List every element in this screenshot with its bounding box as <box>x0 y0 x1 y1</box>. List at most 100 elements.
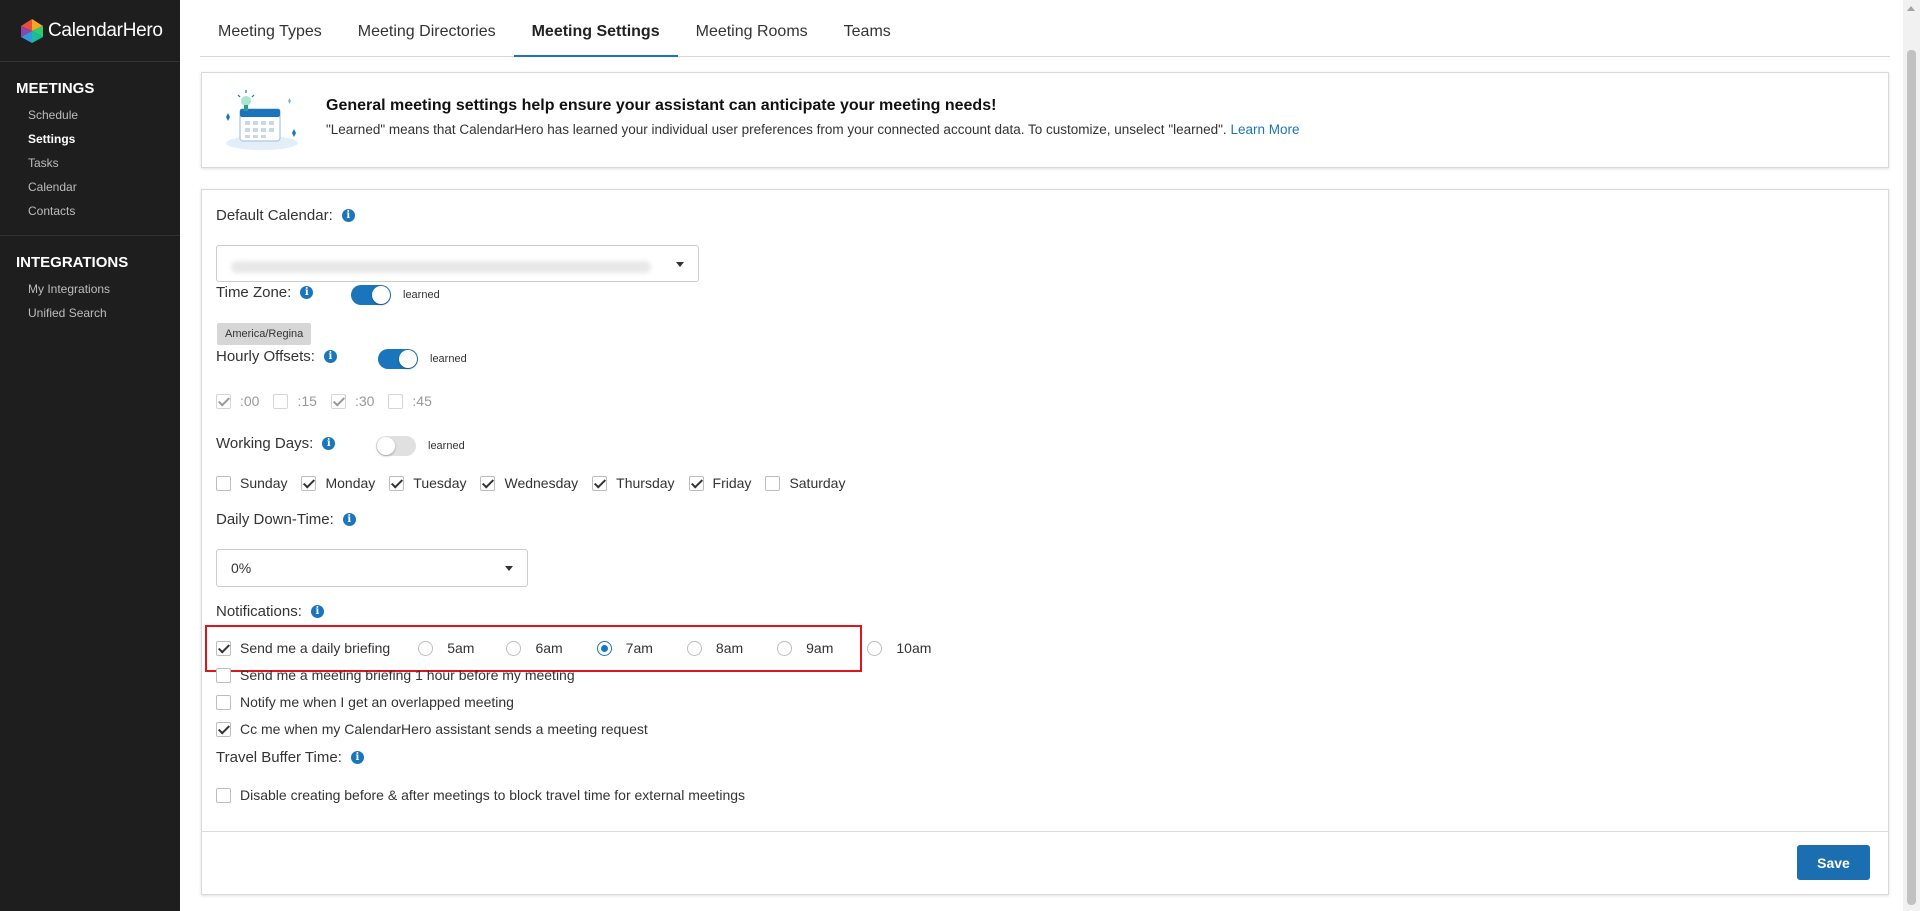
tab-meeting-types[interactable]: Meeting Types <box>200 0 340 57</box>
sidebar-item-tasks[interactable]: Tasks <box>0 151 180 175</box>
travel-buffer-info-icon[interactable]: i <box>350 751 364 764</box>
day-tuesday-checkbox[interactable] <box>389 475 405 491</box>
working-days-options: Sunday Monday Tuesday Wednesday Thursday… <box>216 475 859 491</box>
tab-meeting-settings[interactable]: Meeting Settings <box>513 0 678 57</box>
meeting-briefing-label: Send me a meeting briefing 1 hour before… <box>240 667 575 683</box>
sidebar: CalendarHero MEETINGS Schedule Settings … <box>0 0 180 911</box>
brand-name: CalendarHero <box>48 19 163 41</box>
day-thursday-label: Thursday <box>616 475 675 491</box>
briefing-time-10am[interactable]: 10am <box>853 640 931 656</box>
default-calendar-info-icon[interactable]: i <box>341 209 355 222</box>
briefing-7am-label: 7am <box>625 640 653 656</box>
offset-30-option[interactable]: :30 <box>330 393 374 409</box>
notifications-info-icon[interactable]: i <box>310 605 324 618</box>
day-saturday-label: Saturday <box>789 475 846 491</box>
disable-travel-buffer-label: Disable creating before & after meetings… <box>240 787 746 803</box>
tab-meeting-directories[interactable]: Meeting Directories <box>340 0 514 57</box>
briefing-6am-label: 6am <box>535 640 563 656</box>
settings-tabs: Meeting Types Meeting Directories Meetin… <box>200 0 1890 57</box>
banner-description: "Learned" means that CalendarHero has le… <box>326 122 1227 137</box>
day-monday-checkbox[interactable] <box>301 475 317 491</box>
nav-heading-meetings: MEETINGS <box>16 80 95 97</box>
main-content: Meeting Types Meeting Directories Meetin… <box>180 0 1920 911</box>
day-thursday-option[interactable]: Thursday <box>592 475 675 491</box>
day-wednesday-checkbox[interactable] <box>480 475 496 491</box>
working-days-learned-toggle[interactable] <box>376 436 416 456</box>
day-monday-label: Monday <box>325 475 376 491</box>
time-zone-learned-toggle[interactable] <box>351 285 391 305</box>
briefing-9am-radio[interactable] <box>777 640 793 656</box>
overlapped-meeting-checkbox[interactable] <box>216 694 231 710</box>
travel-buffer-label-text: Travel Buffer Time: <box>216 749 342 766</box>
briefing-5am-radio[interactable] <box>418 640 434 656</box>
tab-teams[interactable]: Teams <box>826 0 909 57</box>
offset-15-option[interactable]: :15 <box>273 393 317 409</box>
briefing-time-8am[interactable]: 8am <box>673 640 743 656</box>
day-saturday-option[interactable]: Saturday <box>765 475 845 491</box>
meeting-briefing-checkbox[interactable] <box>216 667 231 683</box>
briefing-time-5am[interactable]: 5am <box>404 640 474 656</box>
daily-downtime-select[interactable]: 0% <box>216 549 528 587</box>
offset-00-option[interactable]: :00 <box>216 393 259 409</box>
default-calendar-select[interactable] <box>216 245 699 282</box>
daily-briefing-checkbox[interactable] <box>216 640 231 656</box>
save-button[interactable]: Save <box>1797 845 1870 880</box>
day-friday-option[interactable]: Friday <box>688 475 751 491</box>
day-tuesday-option[interactable]: Tuesday <box>389 475 466 491</box>
briefing-time-9am[interactable]: 9am <box>763 640 833 656</box>
briefing-7am-radio[interactable] <box>596 640 612 656</box>
day-tuesday-label: Tuesday <box>413 475 467 491</box>
page-scrollbar[interactable] <box>1903 0 1920 911</box>
sidebar-item-schedule[interactable]: Schedule <box>0 103 180 127</box>
day-thursday-checkbox[interactable] <box>592 475 608 491</box>
tab-meeting-rooms[interactable]: Meeting Rooms <box>678 0 826 57</box>
sidebar-item-my-integrations[interactable]: My Integrations <box>0 277 180 301</box>
sidebar-item-calendar[interactable]: Calendar <box>0 175 180 199</box>
offset-45-option[interactable]: :45 <box>388 393 432 409</box>
panel-footer-divider <box>202 831 1888 832</box>
offset-15-checkbox[interactable] <box>273 393 289 409</box>
day-sunday-checkbox[interactable] <box>216 475 231 491</box>
time-zone-info-icon[interactable]: i <box>300 286 314 299</box>
day-friday-checkbox[interactable] <box>688 475 704 491</box>
briefing-10am-radio[interactable] <box>867 640 883 656</box>
calendar-illustration-icon <box>226 90 298 150</box>
day-wednesday-option[interactable]: Wednesday <box>480 475 578 491</box>
hourly-offsets-label: Hourly Offsets: i <box>216 348 337 365</box>
sidebar-item-unified-search[interactable]: Unified Search <box>0 301 180 325</box>
calendarhero-logo-icon <box>21 18 43 43</box>
hourly-offsets-learned-toggle[interactable] <box>378 349 418 369</box>
brand-logo[interactable]: CalendarHero <box>0 0 180 62</box>
default-calendar-label: Default Calendar: i <box>216 207 355 224</box>
offset-00-checkbox[interactable] <box>216 393 231 409</box>
sidebar-item-settings[interactable]: Settings <box>0 127 180 151</box>
hourly-offsets-info-icon[interactable]: i <box>323 350 337 363</box>
hourly-offsets-label-text: Hourly Offsets: <box>216 348 315 365</box>
briefing-time-7am[interactable]: 7am <box>583 640 653 656</box>
notifications-label-text: Notifications: <box>216 603 302 620</box>
banner-title: General meeting settings help ensure you… <box>326 97 997 114</box>
default-calendar-value <box>231 261 651 273</box>
briefing-time-6am[interactable]: 6am <box>492 640 563 656</box>
daily-downtime-info-icon[interactable]: i <box>342 513 356 526</box>
scrollbar-thumb[interactable] <box>1907 50 1916 905</box>
sidebar-item-contacts[interactable]: Contacts <box>0 199 180 223</box>
day-saturday-checkbox[interactable] <box>765 475 781 491</box>
settings-panel: Default Calendar: i Time Zone: i learned… <box>201 189 1889 895</box>
travel-buffer-label: Travel Buffer Time: i <box>216 749 364 766</box>
briefing-8am-radio[interactable] <box>686 640 702 656</box>
working-days-info-icon[interactable]: i <box>322 437 336 450</box>
briefing-6am-radio[interactable] <box>506 640 522 656</box>
nav-section-integrations: INTEGRATIONS My Integrations Unified Sea… <box>0 236 180 337</box>
disable-travel-buffer-checkbox[interactable] <box>216 787 231 803</box>
day-sunday-option[interactable]: Sunday <box>216 475 287 491</box>
day-monday-option[interactable]: Monday <box>301 475 375 491</box>
overlapped-meeting-label: Notify me when I get an overlapped meeti… <box>240 694 514 710</box>
scroll-up-arrow-icon[interactable] <box>1907 6 1915 11</box>
offset-30-checkbox[interactable] <box>330 393 346 409</box>
info-banner: General meeting settings help ensure you… <box>201 72 1889 168</box>
offset-45-checkbox[interactable] <box>388 393 404 409</box>
cc-me-checkbox[interactable] <box>216 721 231 737</box>
time-zone-label: Time Zone: i <box>216 284 314 301</box>
learn-more-link[interactable]: Learn More <box>1230 122 1299 137</box>
